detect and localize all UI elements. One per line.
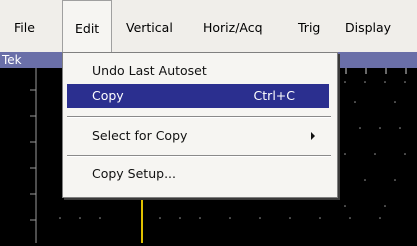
- menu-item-select-for-copy[interactable]: Select for Copy: [67, 124, 329, 148]
- menu-display[interactable]: Display: [345, 0, 391, 52]
- menu-item-copy[interactable]: Copy Ctrl+C: [67, 84, 329, 108]
- submenu-arrow-icon: [311, 132, 315, 140]
- menu-trig[interactable]: Trig: [298, 0, 320, 52]
- menu-item-copy-setup[interactable]: Copy Setup...: [67, 162, 329, 186]
- menu-item-label: Select for Copy: [92, 128, 188, 143]
- tek-label: Tek: [2, 53, 22, 67]
- menu-separator: [67, 116, 331, 118]
- menu-item-label: Copy: [92, 88, 124, 103]
- cursor-marker: [141, 196, 143, 243]
- menu-horiz-acq[interactable]: Horiz/Acq: [203, 0, 263, 52]
- menu-file[interactable]: File: [14, 0, 35, 52]
- menu-item-undo-last-autoset[interactable]: Undo Last Autoset: [67, 59, 329, 83]
- shortcut-label: Ctrl+C: [253, 88, 295, 103]
- menubar: File Edit Vertical Horiz/Acq Trig Displa…: [0, 0, 417, 53]
- menu-edit[interactable]: Edit: [62, 0, 112, 52]
- menu-item-label: Undo Last Autoset: [92, 63, 207, 78]
- menu-separator: [67, 155, 331, 157]
- menu-vertical[interactable]: Vertical: [126, 0, 173, 52]
- edit-dropdown-menu: Undo Last Autoset Copy Ctrl+C Select for…: [62, 52, 338, 198]
- menu-item-label: Copy Setup...: [92, 166, 176, 181]
